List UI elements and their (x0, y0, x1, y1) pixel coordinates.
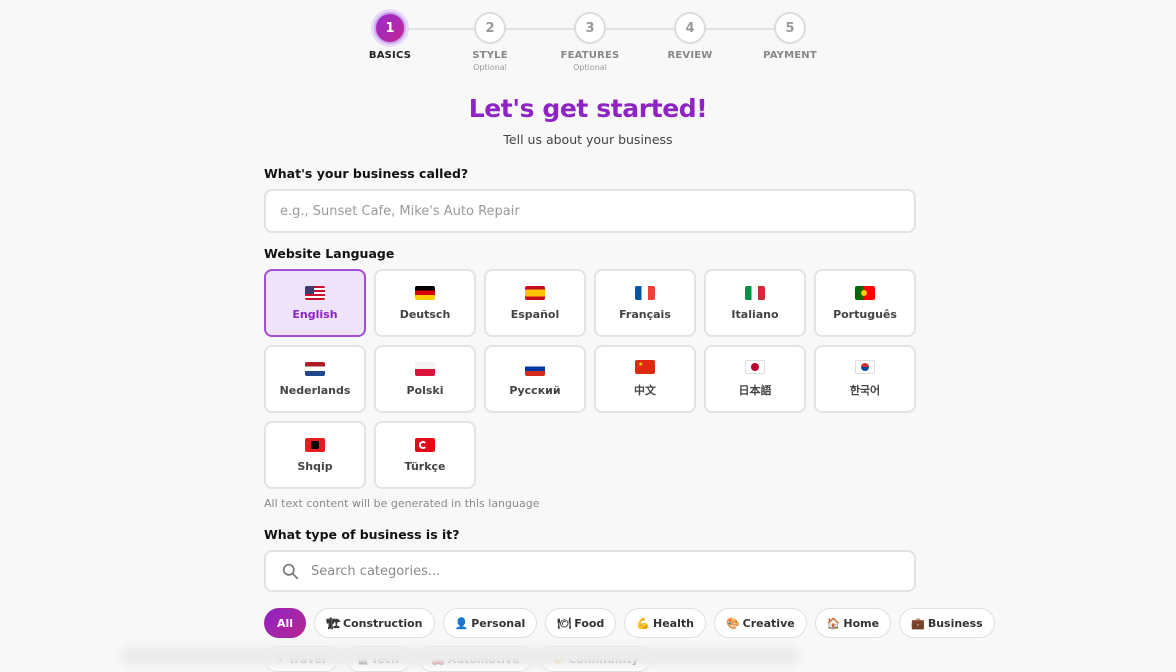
step-number: 3 (574, 12, 606, 44)
language-option-pt[interactable]: Português (814, 269, 916, 337)
flag-kr-icon (855, 360, 875, 374)
business-type-label: What type of business is it? (264, 527, 460, 542)
creative-icon: 🎨 (725, 616, 740, 630)
flag-al-icon (305, 437, 325, 452)
language-option-cn[interactable]: ★ 中文 (594, 345, 696, 413)
category-chip-home[interactable]: 🏠 Home (814, 608, 892, 638)
language-name: Türkçe (404, 459, 446, 473)
step-optional-label: Optional (473, 63, 507, 72)
page-subtitle: Tell us about your business (503, 132, 673, 147)
flag-nl-icon (305, 361, 325, 376)
food-icon: 🍽 (557, 616, 572, 630)
page-title: Let's get started! (468, 94, 708, 123)
language-hint: All text content will be generated in th… (264, 497, 540, 510)
language-option-fr[interactable]: Français (594, 269, 696, 337)
language-option-jp[interactable]: 日本語 (704, 345, 806, 413)
language-grid: English Deutsch Español Français Italiano Por… (264, 269, 916, 489)
step-payment[interactable]: 5 PAYMENT (740, 12, 840, 61)
language-option-it[interactable]: Italiano (704, 269, 806, 337)
category-chip-label: Home (843, 616, 880, 630)
flag-it-icon (745, 285, 765, 300)
step-review[interactable]: 4 REVIEW (640, 12, 740, 61)
step-features[interactable]: 3 FEATURES Optional (540, 12, 640, 72)
progress-stepper: 1 BASICS 2 STYLE Optional 3 FEATURES Opt… (340, 12, 840, 74)
flag-pl-icon (415, 361, 435, 376)
category-chip-construction[interactable]: 🏗 Construction (314, 608, 435, 638)
language-option-de[interactable]: Deutsch (374, 269, 476, 337)
language-name: Русский (509, 383, 561, 397)
flag-cn-icon: ★ (635, 360, 655, 374)
business-name-label: What's your business called? (264, 166, 469, 181)
step-label: STYLE (472, 50, 508, 61)
language-name: 한국어 (849, 384, 881, 397)
step-optional-label: Optional (573, 63, 607, 72)
category-chips: All 🏗 Construction 👤 Personal 🍽 Food 💪 Health 🎨 Cr… (264, 608, 995, 638)
step-number: 2 (474, 12, 506, 44)
category-chip-label: All (277, 616, 294, 630)
language-name: Español (510, 307, 560, 321)
category-chip-health[interactable]: 💪 Health (624, 608, 706, 638)
business-name-section: What's your business called? (264, 166, 916, 233)
business-name-input[interactable] (264, 189, 916, 233)
category-chip-label: Personal (471, 616, 526, 630)
bottom-overlay (120, 646, 800, 666)
language-option-nl[interactable]: Nederlands (264, 345, 366, 413)
category-chip-label: Health (653, 616, 694, 630)
flag-pt-icon (855, 285, 875, 300)
language-name: Nederlands (279, 383, 351, 397)
category-chip-business[interactable]: 💼 Business (899, 608, 995, 638)
flag-tr-icon (415, 437, 435, 452)
language-option-ru[interactable]: Русский (484, 345, 586, 413)
category-chip-label: Creative (742, 616, 795, 630)
category-chip-all[interactable]: All (264, 608, 307, 638)
language-option-kr[interactable]: 한국어 (814, 345, 916, 413)
category-chip-food[interactable]: 🍽 Food (545, 608, 617, 638)
step-style[interactable]: 2 STYLE Optional (440, 12, 540, 72)
health-icon: 💪 (636, 616, 651, 630)
step-number: 5 (774, 12, 806, 44)
step-label: REVIEW (667, 50, 713, 61)
flag-fr-icon (635, 285, 655, 300)
category-search-input[interactable] (311, 563, 914, 579)
flag-jp-icon (745, 360, 765, 374)
flag-us-icon (305, 285, 325, 300)
language-name: 中文 (634, 384, 656, 397)
language-option-tr[interactable]: Türkçe (374, 421, 476, 489)
language-name: Deutsch (399, 307, 451, 321)
language-name: Polski (406, 383, 444, 397)
flag-ru-icon (525, 361, 545, 376)
home-icon: 🏠 (826, 616, 841, 630)
category-chip-label: Construction (343, 616, 423, 630)
language-option-us[interactable]: English (264, 269, 366, 337)
step-label: PAYMENT (763, 50, 817, 61)
language-section: Website Language English Deutsch Español Fr… (264, 246, 916, 510)
flag-es-icon (525, 285, 545, 300)
construction-icon: 🏗 (326, 616, 341, 630)
language-option-al[interactable]: Shqip (264, 421, 366, 489)
language-name: Français (619, 307, 671, 321)
category-chip-creative[interactable]: 🎨 Creative (713, 608, 807, 638)
category-chip-label: Business (927, 616, 983, 630)
language-option-pl[interactable]: Polski (374, 345, 476, 413)
personal-icon: 👤 (454, 616, 469, 630)
language-label: Website Language (264, 246, 395, 261)
category-chip-personal[interactable]: 👤 Personal (442, 608, 538, 638)
language-name: Italiano (731, 307, 779, 321)
step-label: BASICS (368, 50, 412, 61)
category-chip-label: Food (574, 616, 605, 630)
business-icon: 💼 (911, 616, 925, 630)
language-name: Português (833, 307, 897, 321)
language-name: 日本語 (738, 384, 772, 397)
language-name: English (292, 307, 338, 321)
step-basics[interactable]: 1 BASICS (340, 12, 440, 61)
language-name: Shqip (297, 459, 333, 473)
flag-de-icon (415, 285, 435, 300)
category-search-box[interactable] (264, 550, 916, 592)
step-number: 4 (674, 12, 706, 44)
step-label: FEATURES (560, 50, 620, 61)
search-icon (282, 563, 299, 579)
language-option-es[interactable]: Español (484, 269, 586, 337)
step-number: 1 (374, 12, 406, 44)
